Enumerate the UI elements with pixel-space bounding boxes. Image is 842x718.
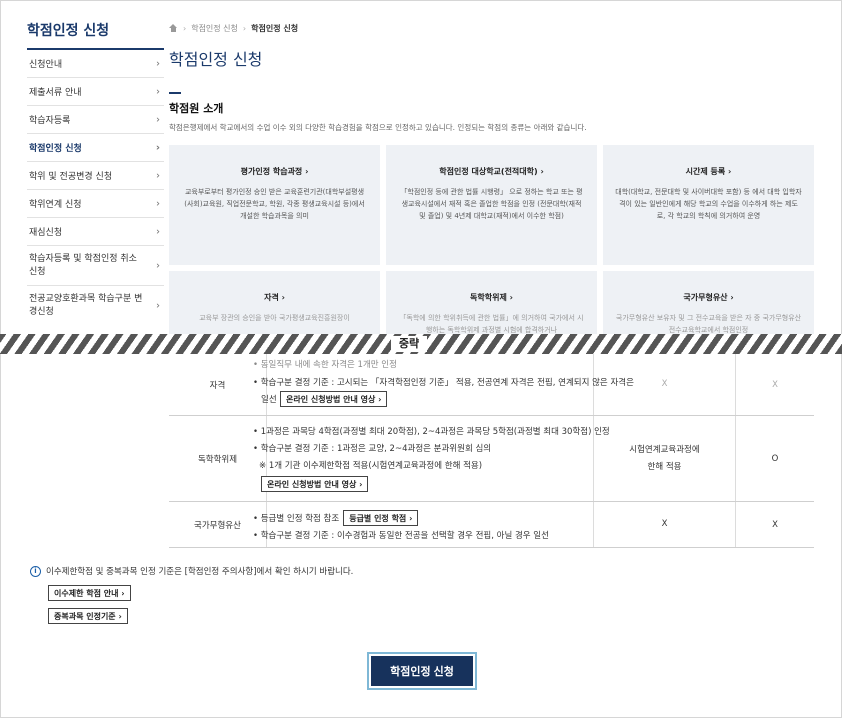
chevron-right-icon: ›: [156, 86, 160, 97]
sidebar-item-documents[interactable]: 제출서류 안내 ›: [27, 78, 164, 106]
grade-credit-button[interactable]: 등급별 인정 학점 ›: [343, 510, 419, 526]
breadcrumb-separator: ›: [183, 23, 187, 33]
detail-line: • 학습구분 결정 기준 : 1과정은 교양, 2~4과정은 분과위원회 심의: [253, 444, 492, 454]
breadcrumb-level1[interactable]: 학점인정 신청: [191, 23, 238, 34]
detail-line: • 1과정은 과목당 4학점(과정별 최대 20학점), 2~4과정은 과목당 …: [253, 427, 610, 437]
home-icon[interactable]: [169, 23, 178, 33]
detail-line: • 학습구분 결정 기준 : 고시되는 「자격학점인정 기준」 적용, 전공연계…: [253, 378, 634, 388]
detail-line: ※ 1개 기관 이수제한학점 적용(시험연계교육과정에 한해 적용): [259, 461, 483, 471]
breadcrumb-current: 학점인정 신청: [251, 23, 299, 33]
card-license[interactable]: 자격 › 교육부 장관의 승인을 받아 국가평생교육진흥원장이: [169, 271, 380, 334]
card-description: 「학점인정 등에 관한 법률 시행령」 으로 정하는 학교 또는 평생교육시설에…: [400, 188, 583, 220]
detail-line: • 등급별 인정 학점 참조: [253, 514, 340, 524]
chevron-right-icon: ›: [156, 300, 160, 312]
row-details: • 등급별 인정 학점 참조 등급별 인정 학점 › • 학습구분 결정 기준 …: [253, 502, 594, 547]
sidebar-item-cancel[interactable]: 학습자등록 및 학점인정 취소 신청 ›: [27, 246, 164, 286]
card-description: 교육부 장관의 승인을 받아 국가평생교육진흥원장이: [199, 314, 350, 322]
sidebar-item-label: 학습자등록: [29, 116, 71, 126]
credit-apply-button[interactable]: 학점인정 신청: [371, 656, 473, 686]
card-self-study-degree[interactable]: 독학학위제 › 「독학에 의한 학위취득에 관한 법률」에 의거하여 국가에서 …: [386, 271, 597, 334]
main-content: › 학점인정 신청 › 학점인정 신청 학점인정 신청 학점원 소개 학점은행제…: [169, 20, 814, 334]
card-description: 교육부로부터 평가인정 승인 받은 교육훈련기관(대학부설평생(사회)교육원, …: [184, 188, 365, 220]
sidebar-item-label: 학점인정 신청: [29, 144, 82, 154]
detail-line: 일선: [261, 395, 277, 405]
breadcrumb: › 학점인정 신청 › 학점인정 신청: [169, 20, 814, 36]
sidebar-item-label: 전공교양호환과목 학습구분 변경신청: [29, 294, 143, 317]
credit-limit-guide-button[interactable]: 이수제한 학점 안내 ›: [48, 585, 131, 601]
info-icon: i: [30, 565, 41, 577]
table-row: 자격 • 동일직무 내에 속한 자격은 1개만 인정 • 학습구분 결정 기준 …: [169, 354, 814, 416]
card-description: 대학(대학교, 전문대학 및 사이버대학 포함) 등 에서 대학 입학자격이 있…: [615, 188, 802, 220]
chevron-right-icon: ›: [155, 142, 160, 153]
card-part-time[interactable]: 시간제 등록 › 대학(대학교, 전문대학 및 사이버대학 포함) 등 에서 대…: [603, 145, 814, 265]
sidebar-item-degree-major-change[interactable]: 학위 및 전공변경 신청 ›: [27, 162, 164, 190]
card-title: 자격 ›: [264, 293, 285, 302]
sidebar-item-review[interactable]: 재심신청 ›: [27, 218, 164, 246]
table-row: 국가무형유산 • 등급별 인정 학점 참조 등급별 인정 학점 › • 학습구분…: [169, 502, 814, 548]
row-details: • 동일직무 내에 속한 자격은 1개만 인정 • 학습구분 결정 기준 : 고…: [253, 354, 634, 415]
notice: i 이수제한학점 및 중복과목 인정 기준은 [학점인정 주의사항]에서 확인 …: [30, 565, 353, 577]
card-title: 평가인정 학습과정 ›: [240, 167, 309, 176]
card-intangible-heritage[interactable]: 국가무형유산 › 국가무형유산 보유자 및 그 전수교육을 받은 자 중 국가무…: [603, 271, 814, 334]
apply-button-focus-ring: 학점인정 신청: [367, 652, 477, 690]
row-col3: X: [594, 354, 736, 415]
sidebar-item-label: 학습자등록 및 학점인정 취소 신청: [29, 253, 137, 277]
card-title: 독학학위제 ›: [470, 293, 513, 302]
sidebar-title: 학점인정 신청: [27, 20, 164, 50]
sidebar: 학점인정 신청 신청안내 › 제출서류 안내 › 학습자등록 › 학점인정 신청 › 학…: [27, 20, 164, 326]
row-col3: 시험연계교육과정에 한해 적용: [594, 416, 736, 501]
chevron-right-icon: ›: [156, 226, 160, 237]
chevron-right-icon: ›: [156, 170, 160, 181]
notice-text: 이수제한학점 및 중복과목 인정 기준은 [학점인정 주의사항]에서 확인 하시…: [46, 567, 354, 577]
breadcrumb-separator: ›: [242, 23, 247, 33]
section-description: 학점은행제에서 학교에서의 수업 이수 외의 다양한 학습경험을 학점으로 인정…: [169, 123, 587, 132]
chevron-right-icon: ›: [156, 198, 160, 209]
sidebar-item-label: 학위 및 전공변경 신청: [29, 172, 113, 182]
row-details: • 1과정은 과목당 4학점(과정별 최대 20학점), 2~4과정은 과목당 …: [253, 416, 610, 501]
card-title: 시간제 등록 ›: [685, 167, 732, 176]
sidebar-item-category-change[interactable]: 전공교양호환과목 학습구분 변경신청 ›: [27, 286, 164, 326]
row-col3: X: [594, 502, 736, 547]
omission-label: 중략: [391, 336, 427, 352]
section-accent-bar: [169, 92, 181, 94]
sidebar-item-guide[interactable]: 신청안내 ›: [27, 50, 164, 78]
sidebar-item-label: 신청안내: [29, 60, 63, 70]
row-col4: O: [771, 453, 779, 464]
duplicate-course-criteria-button[interactable]: 중복과목 인정기준 ›: [48, 608, 128, 624]
detail-line: • 동일직무 내에 속한 자격은 1개만 인정: [253, 360, 397, 370]
card-description: 국가무형유산 보유자 및 그 전수교육을 받은 자 중 국가무형유산 전수교육학…: [615, 314, 802, 334]
table-row: 독학학위제 • 1과정은 과목당 4학점(과정별 최대 20학점), 2~4과정…: [169, 416, 814, 502]
sidebar-item-label: 재심신청: [29, 228, 63, 238]
sidebar-item-label: 학위연계 신청: [29, 200, 82, 210]
card-description: 「독학에 의한 학위취득에 관한 법률」에 의거하여 국가에서 시행하는 독학학…: [399, 314, 584, 334]
row-col3-line2: 한해 적용: [647, 461, 682, 472]
sidebar-item-degree-link[interactable]: 학위연계 신청 ›: [27, 190, 164, 218]
page-title: 학점인정 신청: [169, 50, 263, 69]
card-evaluated-course[interactable]: 평가인정 학습과정 › 교육부로부터 평가인정 승인 받은 교육훈련기관(대학부…: [169, 145, 380, 265]
card-accredited-school[interactable]: 학점인정 대상학교(전적대학) › 「학점인정 등에 관한 법률 시행령」 으로…: [386, 145, 597, 265]
card-title: 국가무형유산 ›: [683, 293, 734, 302]
card-title: 학점인정 대상학교(전적대학) ›: [439, 167, 544, 176]
chevron-right-icon: ›: [156, 260, 160, 271]
online-guide-video-button[interactable]: 온라인 신청방법 안내 영상 ›: [280, 391, 388, 407]
chevron-right-icon: ›: [156, 58, 160, 69]
sidebar-item-learner-registration[interactable]: 학습자등록 ›: [27, 106, 164, 134]
detail-line: • 학습구분 결정 기준 : 이수경험과 동일한 전공을 선택할 경우 전핍, …: [253, 531, 549, 541]
row-col3-line1: 시험연계교육과정에: [629, 444, 700, 455]
sidebar-item-credit-application[interactable]: 학점인정 신청 ›: [27, 134, 164, 162]
online-guide-video-button[interactable]: 온라인 신청방법 안내 영상 ›: [261, 476, 369, 492]
section-title: 학점원 소개: [169, 102, 224, 115]
sidebar-item-label: 제출서류 안내: [29, 88, 82, 98]
row-col4: X: [772, 379, 778, 390]
row-col4: X: [772, 519, 778, 530]
chevron-right-icon: ›: [156, 114, 160, 125]
